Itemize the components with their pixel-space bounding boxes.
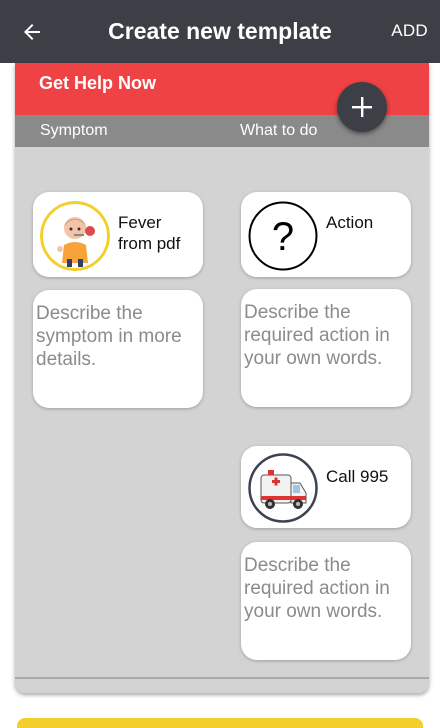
- action-description-field[interactable]: Describe the required action in your own…: [241, 542, 411, 660]
- action-name: Call 995: [326, 467, 389, 486]
- symptom-description-placeholder: Describe the symptom in more details.: [36, 303, 182, 370]
- symptom-column-label: Symptom: [40, 122, 108, 139]
- next-card-peek: [17, 718, 423, 728]
- divider: [15, 677, 429, 679]
- action-description-placeholder: Describe the required action in your own…: [244, 302, 390, 369]
- plus-icon: [352, 97, 372, 117]
- action-description-field[interactable]: Describe the required action in your own…: [241, 289, 411, 407]
- action-description-placeholder: Describe the required action in your own…: [244, 555, 390, 622]
- ambulance-icon: [248, 453, 318, 523]
- sick-person-icon: [40, 201, 110, 271]
- action-tile-question[interactable]: ? Action: [241, 192, 411, 277]
- question-mark-icon: ?: [248, 201, 318, 271]
- add-button[interactable]: ADD: [391, 20, 428, 42]
- app-bar: Create new template ADD: [0, 0, 440, 63]
- action-image: [248, 453, 318, 523]
- add-item-fab[interactable]: [337, 82, 387, 132]
- symptom-name: Fever from pdf: [118, 213, 181, 253]
- action-column-label: What to do: [240, 122, 318, 139]
- symptom-description-field[interactable]: Describe the symptom in more details.: [33, 290, 203, 408]
- svg-text:?: ?: [272, 215, 294, 259]
- action-name: Action: [326, 213, 374, 232]
- action-tile-call[interactable]: Call 995: [241, 446, 411, 528]
- symptom-tile[interactable]: Fever from pdf: [33, 192, 203, 277]
- action-image: ?: [248, 201, 318, 271]
- help-title: Get Help Now: [39, 73, 157, 93]
- template-card: Get Help Now Symptom What to do Fever fr…: [15, 63, 429, 693]
- page-title: Create new template: [108, 18, 332, 44]
- symptom-image: [40, 201, 110, 271]
